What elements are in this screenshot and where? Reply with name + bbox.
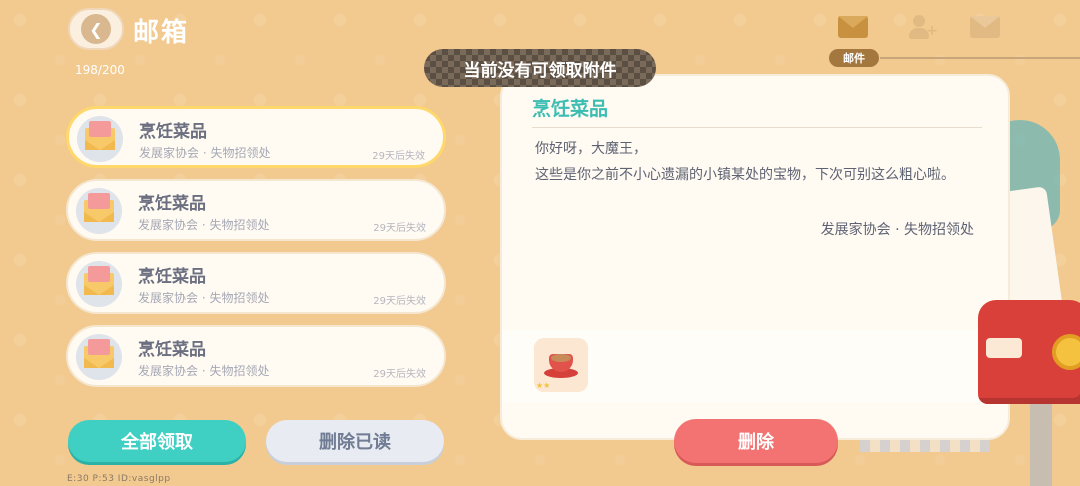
toast-message: 当前没有可领取附件 <box>424 49 656 87</box>
star-mail-tab[interactable] <box>968 12 1002 42</box>
claim-all-button[interactable]: 全部领取 <box>68 420 246 462</box>
mail-expire: 29天后失效 <box>372 151 425 162</box>
add-friend-icon: + <box>908 15 938 39</box>
chevron-left-icon: ❮ <box>81 14 111 44</box>
mail-tab[interactable] <box>836 12 870 42</box>
mail-expire: 29天后失效 <box>373 223 426 234</box>
mail-list-item[interactable]: 烹饪菜品 发展家协会 · 失物招领处 29天后失效 <box>66 325 446 387</box>
mail-sender: 发展家协会 · 失物招领处 <box>139 146 271 160</box>
mail-list-item[interactable]: 烹饪菜品 发展家协会 · 失物招领处 29天后失效 <box>66 106 446 168</box>
mail-sender: 发展家协会 · 失物招领处 <box>138 218 270 232</box>
envelope-icon <box>77 116 123 162</box>
page-title: 邮箱 <box>133 18 190 48</box>
envelope-icon <box>76 261 122 307</box>
mail-title: 烹饪菜品 <box>138 267 206 287</box>
rarity-stars-icon: ★★ <box>536 381 551 390</box>
detail-signature: 发展家协会 · 失物招领处 <box>820 222 974 238</box>
mail-list[interactable]: 烹饪菜品 发展家协会 · 失物招领处 29天后失效 烹饪菜品 发展家协会 · 失… <box>66 106 446 396</box>
detail-body: 你好呀，大魔王， 这些是你之前不小心遗漏的小镇某处的宝物，下次可别这么粗心啦。 <box>535 136 985 188</box>
divider <box>532 127 982 128</box>
mail-sender: 发展家协会 · 失物招领处 <box>138 291 270 305</box>
debug-info: E:30 P:53 ID:vasglpp <box>67 474 171 484</box>
mail-title: 烹饪菜品 <box>139 122 207 142</box>
delete-read-button[interactable]: 删除已读 <box>266 420 444 462</box>
tab-underline <box>880 57 1080 59</box>
detail-greeting: 你好呀，大魔王， <box>535 141 647 157</box>
mail-title: 烹饪菜品 <box>138 340 206 360</box>
mail-count: 198/200 <box>75 63 125 77</box>
mail-list-item[interactable]: 烹饪菜品 发展家协会 · 失物招领处 29天后失效 <box>66 179 446 241</box>
mail-detail-panel: 烹饪菜品 你好呀，大魔王， 这些是你之前不小心遗漏的小镇某处的宝物，下次可别这么… <box>500 74 1010 440</box>
decorative-envelope-border <box>860 440 990 452</box>
envelope-icon <box>76 188 122 234</box>
add-friend-tab[interactable]: + <box>902 12 938 42</box>
mail-list-item[interactable]: 烹饪菜品 发展家协会 · 失物招领处 29天后失效 <box>66 252 446 314</box>
mail-icon <box>838 16 868 38</box>
mailbox-icon <box>978 300 1080 404</box>
envelope-icon <box>76 334 122 380</box>
mail-sender: 发展家协会 · 失物招领处 <box>138 364 270 378</box>
mail-expire: 29天后失效 <box>373 296 426 307</box>
coffee-cup-icon <box>544 352 578 378</box>
mail-title: 烹饪菜品 <box>138 194 206 214</box>
delete-button[interactable]: 删除 <box>674 419 838 463</box>
mailbox-post <box>1030 404 1052 486</box>
mail-expire: 29天后失效 <box>373 369 426 380</box>
star-mail-icon <box>970 16 1000 38</box>
detail-title: 烹饪菜品 <box>532 98 609 120</box>
back-button[interactable]: ❮ <box>68 8 124 50</box>
detail-message: 这些是你之前不小心遗漏的小镇某处的宝物，下次可别这么粗心啦。 <box>535 167 955 183</box>
tab-label-mail: 邮件 <box>829 49 879 67</box>
